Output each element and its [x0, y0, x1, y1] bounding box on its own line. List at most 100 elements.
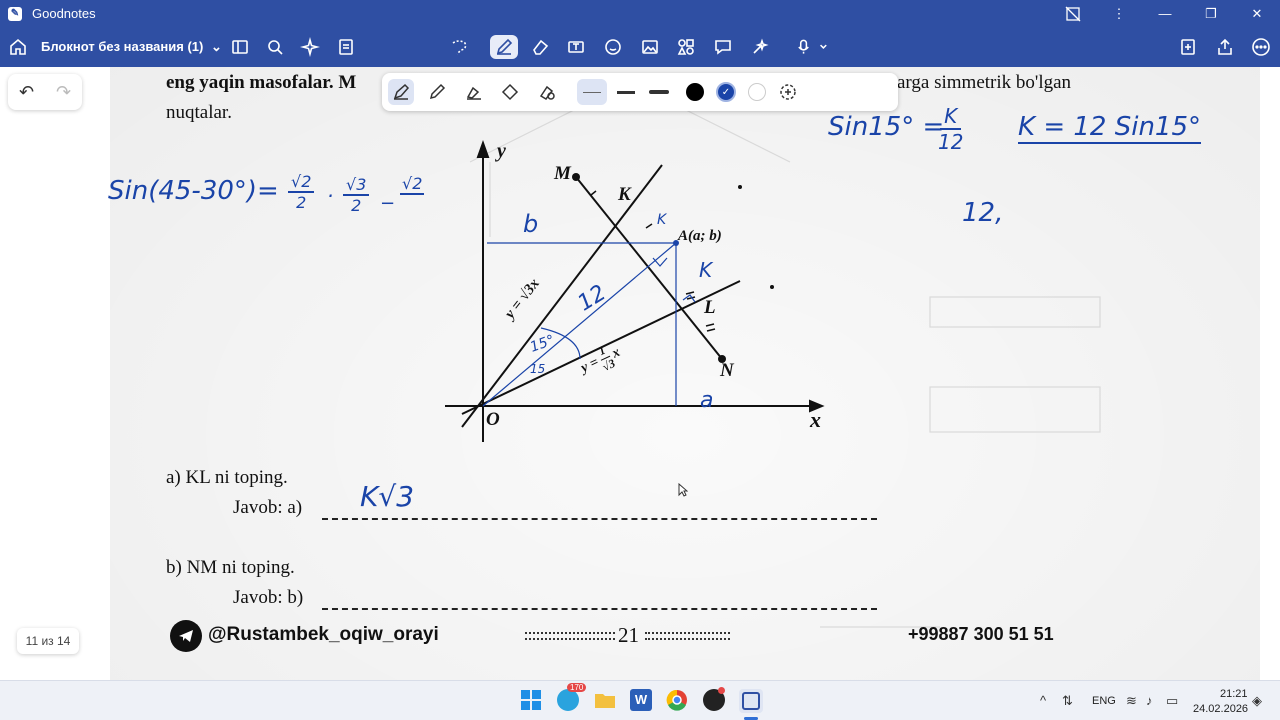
- stroke-medium-sample: [617, 90, 635, 94]
- ink-frac2-den: 2: [351, 196, 362, 215]
- file-explorer-icon[interactable]: [594, 689, 618, 713]
- sticker-icon[interactable]: [601, 35, 625, 59]
- volume-icon[interactable]: ♪: [1146, 693, 1153, 708]
- close-button[interactable]: ✕: [1234, 0, 1280, 27]
- label-O: O: [486, 409, 500, 430]
- footer-ornament-left: [525, 632, 615, 640]
- ai-sparkle-icon[interactable]: [298, 35, 322, 59]
- ink-answer-a: K√3: [360, 480, 415, 513]
- tray-date[interactable]: 24.02.2026: [1193, 703, 1248, 715]
- color-swatch-black[interactable]: [682, 79, 708, 105]
- label-A: A(a; b): [678, 228, 722, 244]
- stroke-thick-option[interactable]: [644, 79, 674, 105]
- check-icon: ✓: [716, 82, 736, 102]
- ink-sin-expansion: Sin(45-30°)=: [108, 176, 279, 206]
- chatgpt-icon[interactable]: [703, 687, 727, 713]
- more-menu-icon[interactable]: [1249, 35, 1273, 59]
- document-list-icon[interactable]: [334, 35, 358, 59]
- pen-palette: ✓: [382, 73, 898, 111]
- telegram-logo-icon: [170, 620, 202, 652]
- ink-dot: ·: [327, 184, 334, 208]
- point-M: [572, 173, 580, 181]
- window-controls: ⋮ — ❐ ✕: [1050, 0, 1280, 27]
- wifi-icon[interactable]: ≋: [1126, 693, 1137, 709]
- pen-tool-icon[interactable]: [490, 35, 518, 59]
- eraser-icon[interactable]: [528, 35, 552, 59]
- brush-pen-icon[interactable]: [461, 79, 487, 105]
- ink-minus: −: [380, 193, 396, 214]
- share-icon[interactable]: [1213, 35, 1237, 59]
- minimize-button[interactable]: —: [1142, 0, 1188, 27]
- tray-chevron-up-icon[interactable]: ^: [1040, 693, 1046, 708]
- stroke-medium-option[interactable]: [611, 79, 641, 105]
- ink-sin15-eq: Sin15° =: [828, 112, 945, 142]
- ink-angle-bottom: 15: [530, 362, 546, 376]
- undo-icon[interactable]: ↶: [19, 82, 34, 103]
- chevron-down-icon: ⌄: [210, 39, 222, 54]
- comment-icon[interactable]: [711, 35, 735, 59]
- goodnotes-taskbar-icon[interactable]: [739, 689, 763, 713]
- add-page-icon[interactable]: [1176, 35, 1200, 59]
- label-x: x: [810, 407, 821, 432]
- ball-pen-icon[interactable]: [424, 79, 450, 105]
- footer-page-number: 21: [618, 623, 639, 647]
- telegram-taskbar-icon[interactable]: 170: [557, 683, 587, 713]
- footer-ornament-right: [645, 632, 730, 640]
- maximize-button[interactable]: ❐: [1188, 0, 1234, 27]
- battery-icon[interactable]: ▭: [1166, 693, 1178, 709]
- ink-frac1-num: √2: [288, 172, 315, 193]
- answer-b-label: Javob: b): [233, 587, 304, 608]
- color-swatch-white[interactable]: [744, 79, 770, 105]
- sidebar-icon[interactable]: [228, 35, 252, 59]
- home-icon[interactable]: [6, 35, 30, 59]
- word-icon[interactable]: W: [630, 689, 654, 713]
- chrome-icon[interactable]: [666, 689, 690, 713]
- lasso-select-icon[interactable]: [447, 35, 471, 59]
- page-counter[interactable]: 11 из 14: [17, 628, 79, 654]
- pen-settings-icon[interactable]: [534, 79, 560, 105]
- label-L: L: [704, 297, 716, 318]
- footer-phone: +99887 300 51 51: [908, 624, 1054, 644]
- question-a: a) KL ni toping.: [166, 467, 288, 488]
- search-icon[interactable]: [263, 35, 287, 59]
- windows-start-icon[interactable]: [520, 689, 544, 713]
- ink-k-equation: K = 12 Sin15°: [1018, 112, 1202, 144]
- label-K: K: [618, 184, 631, 205]
- ink-fraction-2: √3 2: [343, 175, 370, 215]
- diamond-shape-icon[interactable]: [497, 79, 523, 105]
- mouse-cursor-icon: [678, 483, 688, 497]
- more-options-icon[interactable]: ⋮: [1096, 0, 1142, 27]
- main-toolbar: Блокнот без названия (1) ⌄: [0, 27, 1280, 67]
- answer-b-line: [322, 608, 877, 610]
- tray-time[interactable]: 21:21: [1220, 688, 1248, 700]
- add-color-icon[interactable]: [775, 79, 801, 105]
- document-title-text: Блокнот без названия (1): [41, 39, 204, 54]
- image-icon[interactable]: [638, 35, 662, 59]
- windows-taskbar: 170 W ^ ⇅ ENG ≋ ♪ ▭ 21:21 24.02.2026 ◈: [0, 680, 1280, 720]
- ink-k-small: K: [657, 212, 667, 228]
- color-swatch-blue[interactable]: ✓: [713, 79, 739, 105]
- line-y-sqrt3x: [461, 164, 663, 428]
- notifications-icon[interactable]: ◈: [1252, 693, 1262, 709]
- stray-dot: [738, 185, 742, 189]
- fountain-pen-icon[interactable]: [388, 79, 414, 105]
- notebook-page[interactable]: eng yaqin masofalar. M arga simmetrik bo…: [110, 67, 1260, 680]
- tick-mark: [706, 328, 716, 332]
- redo-icon[interactable]: ↷: [56, 82, 71, 103]
- stroke-thin-option[interactable]: [577, 79, 607, 105]
- stray-dot: [770, 285, 774, 289]
- cast-off-icon[interactable]: [1050, 0, 1096, 27]
- undo-redo-panel: ↶ ↷: [8, 74, 82, 110]
- text-box-icon[interactable]: [564, 35, 588, 59]
- laser-pointer-icon[interactable]: [748, 35, 772, 59]
- shapes-icon[interactable]: [674, 35, 698, 59]
- ink-fraction-1: √2 2: [288, 172, 315, 212]
- footer-handle: @Rustambek_oqiw_orayi: [208, 624, 439, 645]
- ink-k-mid: K: [699, 258, 713, 282]
- window-title-bar: ✎ Goodnotes ⋮ — ❐ ✕: [0, 0, 1280, 27]
- document-title[interactable]: Блокнот без названия (1) ⌄: [41, 39, 222, 55]
- microphone-icon[interactable]: [795, 35, 831, 59]
- ink-a-mark: a: [700, 388, 714, 413]
- tray-network-icon[interactable]: ⇅: [1062, 693, 1073, 709]
- tray-language[interactable]: ENG: [1092, 695, 1116, 707]
